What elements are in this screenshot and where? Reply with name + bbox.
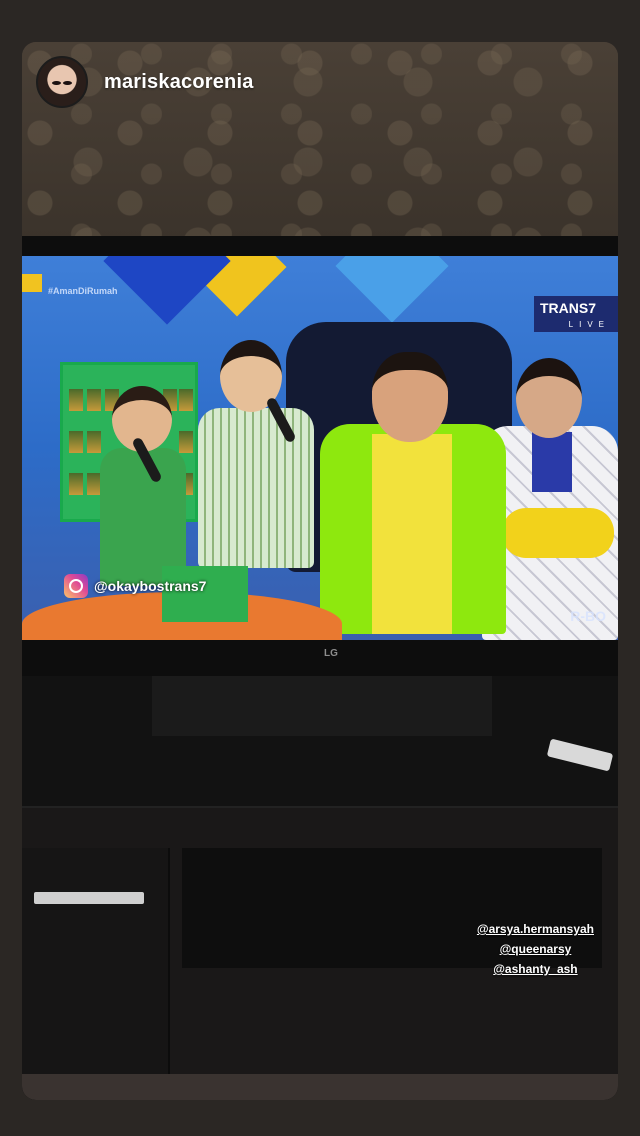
- instagram-handle-bar: @okaybostrans7: [64, 574, 206, 598]
- cabinet-drawer: [22, 848, 170, 1100]
- snack-pack: [69, 389, 83, 411]
- snack-pack: [87, 389, 101, 411]
- host-man-head: [372, 352, 448, 442]
- tv-base: [152, 676, 492, 736]
- instagram-handle: @okaybostrans7: [94, 578, 207, 594]
- television: #AmanDiRumah TRANS7 LIVE @okaybostrans7 …: [22, 236, 618, 676]
- mention-link[interactable]: @arsya.hermansyah: [477, 922, 594, 936]
- mention-link[interactable]: @queenarsy: [477, 942, 594, 956]
- story-viewer[interactable]: mariskacorenia #AmanDiRumah TRANS7 LIVE: [22, 42, 618, 1100]
- profile-avatar-icon[interactable]: [36, 56, 88, 108]
- snack-pack: [87, 431, 101, 453]
- snack-pack: [69, 473, 83, 495]
- yellow-pillow: [502, 508, 614, 558]
- tv-stand: [22, 676, 618, 1100]
- set-decoration: [335, 256, 449, 323]
- snack-pack: [87, 473, 101, 495]
- host-man-shirt: [372, 434, 452, 634]
- channel-logo-text: TRANS7: [540, 300, 597, 316]
- snack-pack: [179, 389, 193, 411]
- mention-link[interactable]: @ashanty_ash: [477, 962, 594, 976]
- broadcast-hashtag: #AmanDiRumah: [48, 286, 118, 296]
- tv-screen: #AmanDiRumah TRANS7 LIVE @okaybostrans7 …: [22, 256, 618, 640]
- live-label: LIVE: [568, 320, 610, 329]
- story-header: mariskacorenia: [36, 56, 254, 108]
- guest-woman-top: [532, 432, 572, 492]
- corner-watermark: R-BO: [570, 608, 606, 624]
- instagram-icon: [64, 574, 88, 598]
- story-username[interactable]: mariskacorenia: [104, 71, 254, 94]
- tv-brand-logo: LG: [324, 648, 338, 659]
- snack-pack: [69, 431, 83, 453]
- remote-control: [546, 738, 614, 772]
- floor: [22, 1074, 618, 1100]
- story-mentions: @arsya.hermansyah @queenarsy @ashanty_as…: [477, 922, 594, 982]
- child-girl: [198, 408, 314, 568]
- yellow-tab: [22, 274, 42, 292]
- snack-pack: [179, 431, 193, 453]
- avatar-eye: [52, 81, 61, 85]
- drawer-handle: [34, 892, 144, 904]
- avatar-eye: [63, 81, 72, 85]
- guest-woman-head: [516, 358, 582, 438]
